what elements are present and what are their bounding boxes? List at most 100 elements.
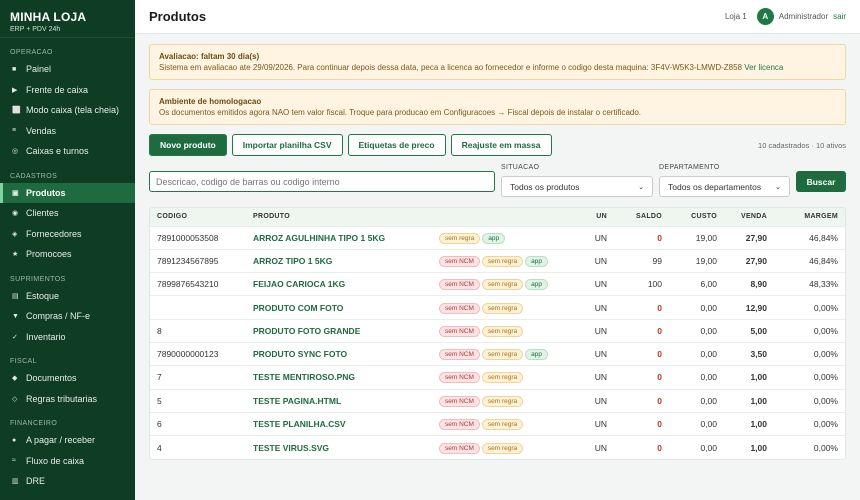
- sidebar-section-label: FINANCEIRO: [10, 420, 58, 427]
- target-icon: ◎: [12, 148, 19, 156]
- cell-codigo: 8: [157, 325, 162, 336]
- situacao-select[interactable]: Todos os produtos ⌄: [501, 176, 653, 197]
- cell-un: UN: [594, 372, 607, 383]
- search-button[interactable]: Buscar: [796, 171, 846, 192]
- products-table: CODIGO PRODUTO UN SALDO CUSTO VENDA MARG…: [149, 207, 846, 460]
- sidebar-item-caixas-e-turnos[interactable]: ◎ Caixas e turnos: [0, 141, 135, 162]
- check-icon: ✓: [12, 333, 18, 341]
- sidebar-item-label: Frente de caixa: [26, 84, 89, 95]
- cell-produto[interactable]: PRODUTO COM FOTO: [246, 296, 432, 319]
- sidebar-item-a-pagar-receber[interactable]: ● A pagar / receber: [0, 430, 135, 451]
- no-ncm-badge: sem NCM: [439, 349, 480, 361]
- table-row[interactable]: 5 TESTE PAGINA.HTML sem NCM sem regra UN 0 0,0…: [150, 389, 845, 412]
- table-row[interactable]: 7891234567895 ARROZ TIPO 1 5KG sem NCM sem …: [150, 249, 845, 272]
- cell-custo: 0,00: [700, 442, 717, 453]
- no-ncm-badge: sem NCM: [439, 372, 480, 384]
- sidebar-item-regras-tributarias[interactable]: ◇ Regras tributarias: [0, 389, 135, 410]
- price-labels-button[interactable]: Etiquetas de preco: [347, 134, 446, 156]
- cell-margem: 46,84%: [809, 232, 838, 243]
- fullscreen-icon: ⬜: [12, 107, 21, 115]
- license-link[interactable]: Ver licenca: [744, 63, 783, 72]
- cell-venda: 5,00: [750, 325, 767, 336]
- search-input[interactable]: [149, 171, 495, 192]
- store-selector[interactable]: Loja 1: [725, 12, 747, 21]
- cell-custo: 0,00: [700, 372, 717, 383]
- sidebar-item-produtos[interactable]: ▣ Produtos: [0, 182, 135, 203]
- sidebar-item-label: Clientes: [26, 208, 59, 219]
- cell-saldo: 99: [652, 255, 662, 266]
- import-csv-button[interactable]: Importar planilha CSV: [231, 134, 343, 156]
- table-row[interactable]: PRODUTO COM FOTO sem NCM sem regra UN 0 0,00 1…: [150, 295, 845, 319]
- cell-margem: 0,00%: [813, 442, 838, 453]
- cell-produto[interactable]: FEIJAO CARIOCA 1KG: [246, 273, 432, 296]
- table-row[interactable]: 7890000000123 PRODUTO SYNC FOTO sem NCM sem…: [150, 342, 845, 365]
- cell-custo: 0,00: [700, 395, 717, 406]
- sidebar-item-label: Produtos: [26, 187, 66, 198]
- table-row[interactable]: 7 TESTE MENTIROSO.PNG sem NCM sem regra UN 0 0…: [150, 365, 845, 389]
- new-product-button[interactable]: Novo produto: [149, 134, 227, 156]
- table-row[interactable]: 4 TESTE VIRUS.SVG sem NCM sem regra UN 0 0,00 1…: [150, 435, 845, 459]
- situacao-label: SITUACAO: [501, 164, 540, 171]
- cell-venda: 1,00: [750, 442, 767, 453]
- sidebar-item-promocoes[interactable]: ★ Promocoes: [0, 244, 135, 265]
- cell-tags: sem NCM sem regra: [432, 389, 582, 412]
- cell-codigo: 7899876543210: [157, 279, 219, 290]
- cell-produto[interactable]: ARROZ AGULHINHA TIPO 1 5KG: [246, 226, 432, 249]
- diamond-filled-icon: ◆: [12, 375, 18, 383]
- situacao-value: Todos os produtos: [510, 181, 580, 192]
- cell-tags: sem NCM sem regra: [432, 436, 582, 459]
- app-badge: app: [525, 349, 549, 361]
- no-rule-badge: sem regra: [481, 255, 524, 267]
- filters: SITUACAO Todos os produtos ⌄ DEPARTAMENT…: [149, 163, 846, 199]
- table-row[interactable]: 8 PRODUTO FOTO GRANDE sem NCM sem regra UN 0 0…: [150, 319, 845, 342]
- sidebar-item-fornecedores[interactable]: ◈ Fornecedores: [0, 224, 135, 245]
- cell-un: UN: [594, 325, 607, 336]
- sidebar-item-compras-nf-e[interactable]: ▼ Compras / NF-e: [0, 306, 135, 327]
- sidebar-item-fluxo-de-caixa[interactable]: ≈ Fluxo de caixa: [0, 451, 135, 472]
- cell-tags: sem NCM sem regra: [432, 319, 582, 342]
- sidebar-item-clientes[interactable]: ◉ Clientes: [0, 203, 135, 224]
- departamento-label: DEPARTAMENTO: [659, 164, 720, 171]
- cell-venda: 1,00: [750, 419, 767, 430]
- sidebar-item-frente-de-caixa[interactable]: ▶ Frente de caixa: [0, 80, 135, 101]
- sidebar-item-label: Fluxo de caixa: [26, 455, 85, 466]
- app-badge: app: [525, 255, 549, 267]
- star-icon: ★: [12, 251, 19, 259]
- sidebar-item-painel[interactable]: ■ Painel: [0, 59, 135, 80]
- departamento-select[interactable]: Todos os departamentos ⌄: [659, 176, 790, 197]
- table-row[interactable]: 6 TESTE PLANILHA.CSV sem NCM sem regra UN 0 0,…: [150, 412, 845, 435]
- table-row[interactable]: 7891000053508 ARROZ AGULHINHA TIPO 1 5KG s…: [150, 226, 845, 249]
- cell-produto[interactable]: TESTE PLANILHA.CSV: [246, 412, 432, 435]
- cell-custo: 6,00: [700, 279, 717, 290]
- cell-tags: sem NCM sem regra app: [432, 342, 582, 365]
- sidebar-item-modo-caixa-tela-cheia[interactable]: ⬜ Modo caixa (tela cheia): [0, 100, 135, 121]
- sidebar-section-label: FISCAL: [10, 358, 37, 365]
- no-rule-badge: sem regra: [481, 302, 524, 314]
- bulk-adjust-button[interactable]: Reajuste em massa: [450, 134, 552, 156]
- cell-produto[interactable]: TESTE VIRUS.SVG: [246, 436, 432, 459]
- cell-produto[interactable]: TESTE MENTIROSO.PNG: [246, 366, 432, 389]
- list-icon: ≡: [12, 127, 17, 135]
- sidebar-item-inventario[interactable]: ✓ Inventario: [0, 327, 135, 348]
- no-rule-badge: sem regra: [481, 442, 524, 454]
- sidebar-item-dre[interactable]: ▥ DRE: [0, 471, 135, 492]
- cell-saldo: 0: [657, 442, 662, 453]
- cell-produto[interactable]: ARROZ TIPO 1 5KG: [246, 249, 432, 272]
- cell-un: UN: [594, 302, 607, 313]
- cell-produto[interactable]: TESTE PAGINA.HTML: [246, 389, 432, 412]
- no-rule-badge: sem regra: [481, 419, 524, 431]
- chevron-down-icon: ⌄: [638, 183, 644, 191]
- sidebar-item-documentos[interactable]: ◆ Documentos: [0, 368, 135, 389]
- app-badge: app: [482, 232, 506, 244]
- logout-link[interactable]: sair: [833, 12, 846, 21]
- col-un: UN: [596, 213, 607, 221]
- table-row[interactable]: 7899876543210 FEIJAO CARIOCA 1KG sem NCM se…: [150, 272, 845, 296]
- cell-margem: 0,00%: [813, 395, 838, 406]
- no-ncm-badge: sem NCM: [439, 325, 480, 337]
- cell-produto[interactable]: PRODUTO SYNC FOTO: [246, 342, 432, 365]
- sidebar-item-vendas[interactable]: ≡ Vendas: [0, 121, 135, 142]
- cell-produto[interactable]: PRODUTO FOTO GRANDE: [246, 319, 432, 342]
- cell-tags: sem NCM sem regra: [432, 366, 582, 389]
- cell-codigo: 7: [157, 372, 162, 383]
- sidebar-item-estoque[interactable]: ▤ Estoque: [0, 286, 135, 307]
